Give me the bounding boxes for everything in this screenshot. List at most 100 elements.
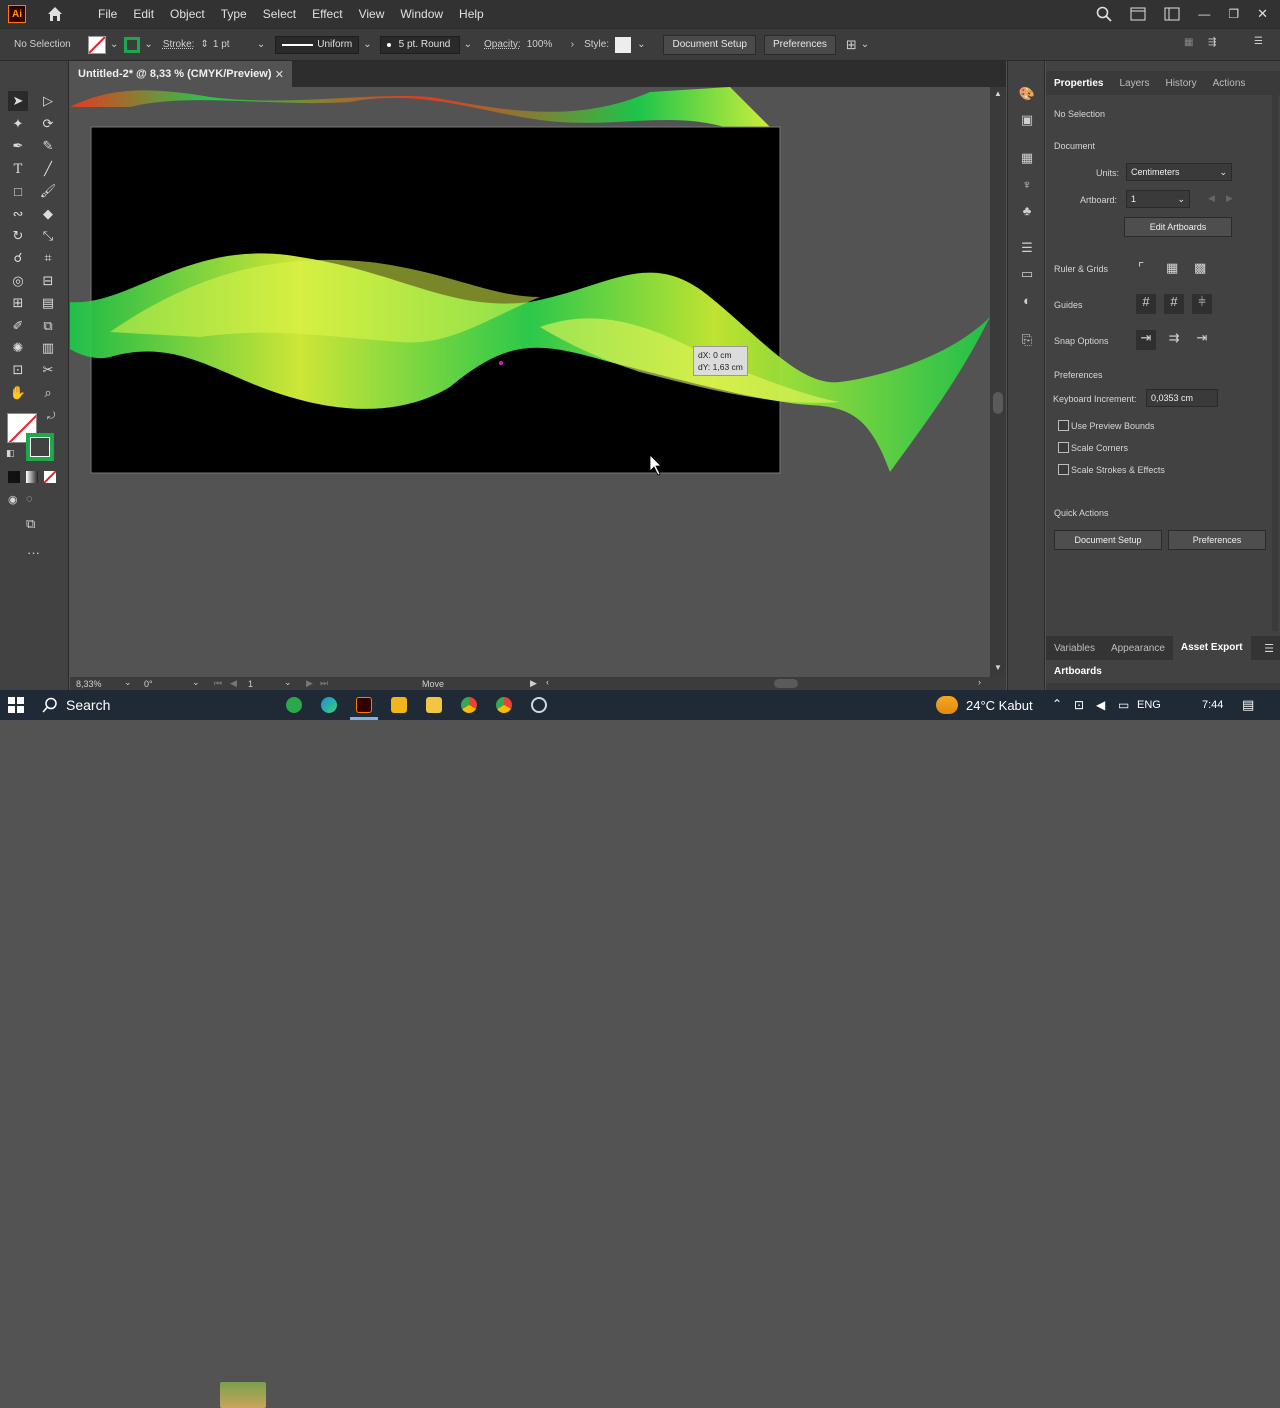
brush-select[interactable]: 5 pt. Round xyxy=(379,35,460,54)
next-artboard-nav-icon[interactable]: ▶ xyxy=(306,678,313,689)
qa-document-setup-button[interactable]: Document Setup xyxy=(1054,530,1162,550)
edit-artboards-button[interactable]: Edit Artboards xyxy=(1124,217,1232,237)
opacity-input[interactable]: 100% xyxy=(527,39,571,50)
store-icon[interactable] xyxy=(391,697,407,713)
prev-artboard-icon[interactable]: ◀ xyxy=(1208,193,1215,204)
menu-file[interactable]: File xyxy=(90,0,125,28)
preferences-button[interactable]: Preferences xyxy=(763,34,836,55)
change-screen-mode-icon[interactable]: ⧉ xyxy=(26,516,35,532)
slice-tool-icon[interactable]: ✂ xyxy=(38,360,58,380)
chevron-down-icon[interactable]: ⌄ xyxy=(257,39,265,50)
artboard-select[interactable]: 1 ⌄ xyxy=(1126,190,1190,208)
curvature-tool-icon[interactable]: ✎ xyxy=(38,136,58,156)
use-preview-bounds-checkbox[interactable] xyxy=(1058,420,1069,431)
chevron-down-icon[interactable]: ⌄ xyxy=(637,39,645,50)
last-artboard-icon[interactable]: ⏭ xyxy=(320,678,328,689)
transform-icon[interactable]: ▦ xyxy=(1184,37,1193,48)
restore-window-icon[interactable]: ❐ xyxy=(1228,7,1239,21)
menu-help[interactable]: Help xyxy=(451,0,492,28)
windows-start-icon[interactable] xyxy=(8,697,24,713)
artboard-tool-icon[interactable]: ⊡ xyxy=(8,360,28,380)
menu-view[interactable]: View xyxy=(351,0,393,28)
stepper-icon[interactable]: ⇕ xyxy=(200,39,208,50)
notifications-icon[interactable]: ▤ xyxy=(1242,697,1254,713)
close-window-icon[interactable]: ✕ xyxy=(1257,6,1268,22)
taskbar-search[interactable]: Search xyxy=(34,690,214,720)
style-swatch[interactable] xyxy=(615,36,632,53)
chevron-down-icon[interactable]: ⌄ xyxy=(464,39,472,50)
panel-menu-icon[interactable]: ☰ xyxy=(1254,36,1263,47)
hand-tool-icon[interactable]: ✋ xyxy=(8,383,28,403)
align-icon[interactable]: ⊞ xyxy=(846,37,857,53)
hscroll-left-icon[interactable]: ‹ xyxy=(546,677,549,687)
show-guides-icon[interactable]: # xyxy=(1136,294,1156,314)
horizontal-scroll-thumb[interactable] xyxy=(774,679,798,688)
none-mode-icon[interactable] xyxy=(44,471,56,483)
smart-guides-icon[interactable]: ⫩ xyxy=(1192,294,1212,314)
shape-builder-tool-icon[interactable]: ◎ xyxy=(8,271,28,291)
selection-tool-icon[interactable]: ➤ xyxy=(8,91,28,111)
volume-icon[interactable]: ◀ xyxy=(1096,698,1105,712)
network-icon[interactable]: ⊡ xyxy=(1074,698,1084,712)
symbols-icon[interactable]: ♣ xyxy=(1018,201,1036,219)
lasso-tool-icon[interactable]: ⟳ xyxy=(38,114,58,134)
task-view-icon[interactable] xyxy=(286,697,302,713)
more-tools-icon[interactable]: ··· xyxy=(27,545,40,560)
stroke-panel-icon[interactable]: ☰ xyxy=(1018,239,1036,257)
units-select[interactable]: Centimeters ⌄ xyxy=(1126,163,1232,181)
prev-artboard-nav-icon[interactable]: ◀ xyxy=(230,678,237,689)
color-mode-icon[interactable] xyxy=(8,471,20,483)
menu-type[interactable]: Type xyxy=(213,0,255,28)
chevron-down-icon[interactable]: ⌄ xyxy=(124,677,132,688)
chrome-icon[interactable] xyxy=(461,697,477,713)
weather-label[interactable]: 24°C Kabut xyxy=(966,698,1033,713)
illustrator-taskbar-icon[interactable] xyxy=(356,697,372,713)
canvas-area[interactable]: dX: 0 cm dY: 1,63 cm xyxy=(70,87,990,677)
snap-point-icon[interactable]: ⇥ xyxy=(1136,330,1156,350)
mesh-tool-icon[interactable]: ⊞ xyxy=(8,293,28,313)
edge-icon[interactable] xyxy=(321,697,337,713)
perspective-grid-tool-icon[interactable]: ⊟ xyxy=(38,271,58,291)
magic-wand-tool-icon[interactable]: ✦ xyxy=(8,114,28,134)
clock-time[interactable]: 7:44 xyxy=(1202,699,1223,711)
search-highlight-image-icon[interactable] xyxy=(220,1382,266,1408)
scale-tool-icon[interactable]: ⤡ xyxy=(38,226,58,246)
vertical-scrollbar[interactable]: ▲ ▼ xyxy=(990,87,1006,677)
paintbrush-tool-icon[interactable]: 🖌 xyxy=(38,181,58,201)
shaper-tool-icon[interactable]: ∾ xyxy=(8,204,28,224)
pen-tool-icon[interactable]: ✒ xyxy=(8,136,28,156)
ruler-icon[interactable]: ⌜ xyxy=(1138,260,1144,276)
qa-preferences-button[interactable]: Preferences xyxy=(1168,530,1266,550)
artboard-nav-input[interactable]: 1 xyxy=(248,679,253,689)
workspace-icon[interactable] xyxy=(1164,7,1180,21)
free-transform-tool-icon[interactable]: ⌗ xyxy=(38,248,58,268)
eraser-tool-icon[interactable]: ◆ xyxy=(38,204,58,224)
brushes-icon[interactable]: ♆ xyxy=(1018,175,1036,193)
color-panel-icon[interactable]: 🎨 xyxy=(1018,85,1036,103)
scroll-up-icon[interactable]: ▲ xyxy=(994,89,1002,98)
draw-mode-icon[interactable]: ◉ xyxy=(8,493,18,506)
status-arrow-icon[interactable]: ▶ xyxy=(530,678,537,689)
tab-actions[interactable]: Actions xyxy=(1205,78,1254,89)
clock-app-icon[interactable] xyxy=(531,697,547,713)
menu-select[interactable]: Select xyxy=(255,0,304,28)
document-setup-button[interactable]: Document Setup xyxy=(663,34,756,55)
document-tab[interactable]: Untitled-2* @ 8,33 % (CMYK/Preview) ✕ xyxy=(70,61,292,87)
lock-guides-icon[interactable]: # xyxy=(1164,294,1184,314)
isolate-icon[interactable]: ⇶ xyxy=(1208,37,1216,48)
file-explorer-icon[interactable] xyxy=(426,697,442,713)
menu-effect[interactable]: Effect xyxy=(304,0,350,28)
transparency-grid-icon[interactable]: ▩ xyxy=(1194,260,1206,276)
tab-properties[interactable]: Properties xyxy=(1046,78,1111,89)
gradient-panel-icon[interactable]: ▭ xyxy=(1018,265,1036,283)
column-graph-tool-icon[interactable]: ▥ xyxy=(38,338,58,358)
rotation-value[interactable]: 0° xyxy=(144,679,153,689)
keyboard-increment-input[interactable]: 0,0353 cm xyxy=(1146,389,1218,407)
screen-mode-icon[interactable]: ◌ xyxy=(26,493,33,505)
tab-variables[interactable]: Variables xyxy=(1046,643,1103,654)
battery-icon[interactable]: ▭ xyxy=(1118,698,1129,712)
zoom-tool-icon[interactable]: ⌕ xyxy=(38,383,58,403)
props-scrollbar[interactable] xyxy=(1272,71,1278,631)
gradient-tool-icon[interactable]: ▤ xyxy=(38,293,58,313)
chevron-right-icon[interactable]: › xyxy=(571,39,574,50)
